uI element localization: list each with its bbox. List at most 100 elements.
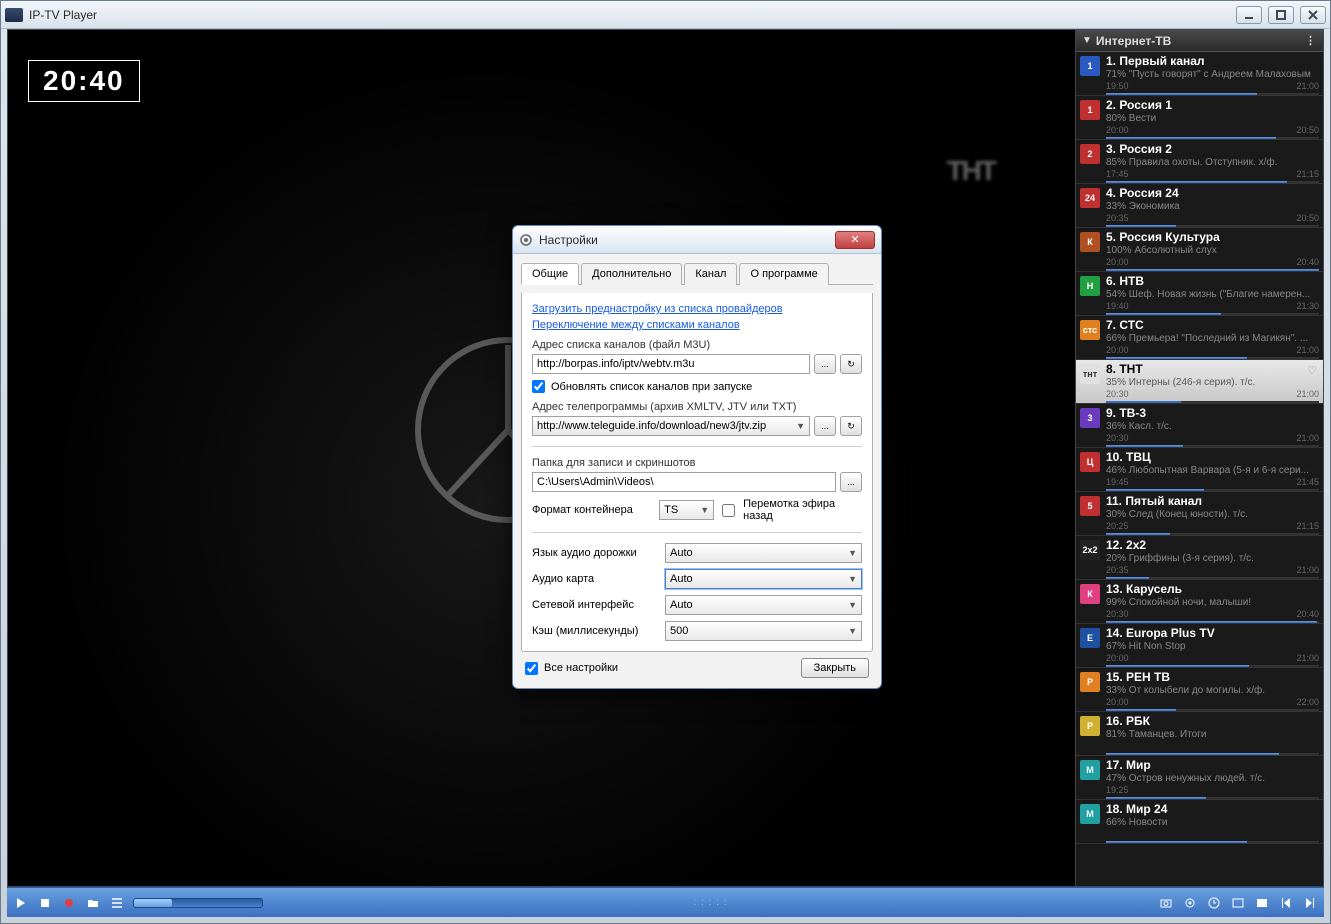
browse-epg-button[interactable]: ... — [814, 416, 836, 436]
channel-item[interactable]: 24 4. Россия 24 33% Экономика 20:3520:50 — [1076, 184, 1323, 228]
dialog-title: Настройки — [539, 233, 835, 247]
playlist-button[interactable] — [109, 895, 125, 911]
select-cache[interactable]: 500▼ — [665, 621, 862, 641]
channel-name: 13. Карусель — [1106, 582, 1319, 596]
sidebar-header[interactable]: ▼ Интернет-ТВ ⋮ — [1076, 30, 1323, 52]
favorite-icon[interactable]: ♡ — [1307, 364, 1317, 377]
channel-time-end: 20:40 — [1296, 609, 1319, 619]
channel-item[interactable]: М 18. Мир 24 66% Новости — [1076, 800, 1323, 844]
channel-icon: 1 — [1080, 56, 1100, 76]
channel-item[interactable]: К 13. Карусель 99% Спокойной ночи, малыш… — [1076, 580, 1323, 624]
input-epg-url[interactable]: http://www.teleguide.info/download/new3/… — [532, 416, 810, 436]
refresh-epg-button[interactable]: ↻ — [840, 416, 862, 436]
channel-item[interactable]: 2 3. Россия 2 85% Правила охоты. Отступн… — [1076, 140, 1323, 184]
channel-time-start: 20:00 — [1106, 697, 1129, 707]
channel-program: 46% Любопытная Варвара (5-я и 6-я сери..… — [1106, 465, 1319, 476]
channel-item[interactable]: Р 15. РЕН ТВ 33% От колыбели до могилы. … — [1076, 668, 1323, 712]
ratio-button[interactable] — [1230, 895, 1246, 911]
channel-item[interactable]: 2x2 12. 2х2 20% Гриффины (3-я серия). т/… — [1076, 536, 1323, 580]
channel-name: 17. Мир — [1106, 758, 1319, 772]
channel-item[interactable]: 1 2. Россия 1 80% Вести 20:0020:50 — [1076, 96, 1323, 140]
link-load-preset[interactable]: Загрузить преднастройку из списка провай… — [532, 303, 862, 315]
open-button[interactable] — [85, 895, 101, 911]
label-net-iface: Сетевой интерфейс — [532, 599, 657, 611]
tab-about[interactable]: О программе — [739, 263, 828, 285]
select-audio-card[interactable]: Auto▼ — [665, 569, 862, 589]
volume-slider[interactable] — [133, 898, 263, 908]
channel-item[interactable]: E 14. Europa Plus TV 67% Hit Non Stop 20… — [1076, 624, 1323, 668]
channel-item[interactable]: Н 6. НТВ 54% Шеф. Новая жизнь ("Благие н… — [1076, 272, 1323, 316]
label-audio-card: Аудио карта — [532, 573, 657, 585]
dialog-close-button[interactable]: ✕ — [835, 231, 875, 249]
schedule-button[interactable] — [1206, 895, 1222, 911]
refresh-m3u-button[interactable]: ↻ — [840, 354, 862, 374]
channel-progress — [1106, 665, 1319, 667]
checkbox-rewind[interactable] — [722, 504, 735, 517]
channel-time-end: 20:50 — [1296, 125, 1319, 135]
channel-time-end: 21:00 — [1296, 653, 1319, 663]
channel-item[interactable]: тнт 8. ТНТ 35% Интерны (246-я серия). т/… — [1076, 360, 1323, 404]
tab-advanced[interactable]: Дополнительно — [581, 263, 682, 285]
maximize-button[interactable] — [1268, 6, 1294, 24]
input-m3u-url[interactable] — [532, 354, 810, 374]
channel-program: 81% Таманцев. Итоги — [1106, 729, 1319, 740]
checkbox-all-settings[interactable] — [525, 662, 538, 675]
channel-name: 11. Пятый канал — [1106, 494, 1319, 508]
input-record-folder[interactable] — [532, 472, 836, 492]
channel-icon: Ц — [1080, 452, 1100, 472]
channel-program: 100% Абсолютный слух — [1106, 245, 1319, 256]
select-container[interactable]: TS▼ — [659, 500, 714, 520]
channel-name: 15. РЕН ТВ — [1106, 670, 1319, 684]
channel-program: 20% Гриффины (3-я серия). т/с. — [1106, 553, 1319, 564]
titlebar[interactable]: IP-TV Player — [1, 1, 1330, 29]
sidebar-menu-icon[interactable]: ⋮ — [1305, 34, 1317, 47]
channel-list[interactable]: 1 1. Первый канал 71% "Пусть говорят" с … — [1076, 52, 1323, 886]
screenshot-button[interactable] — [1158, 895, 1174, 911]
fullscreen-button[interactable] — [1254, 895, 1270, 911]
play-button[interactable] — [13, 895, 29, 911]
browse-folder-button[interactable]: ... — [840, 472, 862, 492]
label-cache: Кэш (миллисекунды) — [532, 625, 657, 637]
channel-icon: Р — [1080, 716, 1100, 736]
osd-channel-logo: ТНТ — [947, 155, 995, 187]
label-all-settings: Все настройки — [544, 662, 618, 674]
toolbar-grip[interactable]: : : : : : — [694, 897, 728, 908]
select-net-iface[interactable]: Auto▼ — [665, 595, 862, 615]
channel-name: 6. НТВ — [1106, 274, 1319, 288]
channel-item[interactable]: К 5. Россия Культура 100% Абсолютный слу… — [1076, 228, 1323, 272]
tab-channel[interactable]: Канал — [684, 263, 737, 285]
channel-icon: М — [1080, 804, 1100, 824]
label-rewind: Перемотка эфира назад — [743, 498, 862, 522]
channel-item[interactable]: 1 1. Первый канал 71% "Пусть говорят" с … — [1076, 52, 1323, 96]
channel-name: 5. Россия Культура — [1106, 230, 1319, 244]
close-button[interactable] — [1300, 6, 1326, 24]
close-settings-button[interactable]: Закрыть — [801, 658, 869, 678]
channel-time-end: 21:15 — [1296, 521, 1319, 531]
channel-time-start: 20:00 — [1106, 653, 1129, 663]
channel-time-start: 20:00 — [1106, 257, 1129, 267]
label-folder: Папка для записи и скриншотов — [532, 457, 862, 469]
channel-item[interactable]: Ц 10. ТВЦ 46% Любопытная Варвара (5-я и … — [1076, 448, 1323, 492]
channel-time-start: 17:45 — [1106, 169, 1129, 179]
browse-m3u-button[interactable]: ... — [814, 354, 836, 374]
settings-button[interactable] — [1182, 895, 1198, 911]
channel-time-start: 19:45 — [1106, 477, 1129, 487]
channel-item[interactable]: 3 9. ТВ-3 36% Касл. т/с. 20:3021:00 — [1076, 404, 1323, 448]
channel-item[interactable]: Р 16. РБК 81% Таманцев. Итоги — [1076, 712, 1323, 756]
select-audio-lang[interactable]: Auto▼ — [665, 543, 862, 563]
record-button[interactable] — [61, 895, 77, 911]
channel-name: 2. Россия 1 — [1106, 98, 1319, 112]
tab-general[interactable]: Общие — [521, 263, 579, 285]
link-switch-lists[interactable]: Переключение между списками каналов — [532, 319, 862, 331]
channel-item[interactable]: М 17. Мир 47% Остров ненужных людей. т/с… — [1076, 756, 1323, 800]
checkbox-update-on-start[interactable] — [532, 380, 545, 393]
channel-name: 1. Первый канал — [1106, 54, 1319, 68]
channel-time-end: 21:00 — [1296, 433, 1319, 443]
minimize-button[interactable] — [1236, 6, 1262, 24]
channel-item[interactable]: стс 7. СТС 66% Премьера! "Последний из М… — [1076, 316, 1323, 360]
stop-button[interactable] — [37, 895, 53, 911]
next-button[interactable] — [1302, 895, 1318, 911]
channel-item[interactable]: 5 11. Пятый канал 30% След (Конец юности… — [1076, 492, 1323, 536]
prev-button[interactable] — [1278, 895, 1294, 911]
dialog-titlebar[interactable]: Настройки ✕ — [513, 226, 881, 254]
